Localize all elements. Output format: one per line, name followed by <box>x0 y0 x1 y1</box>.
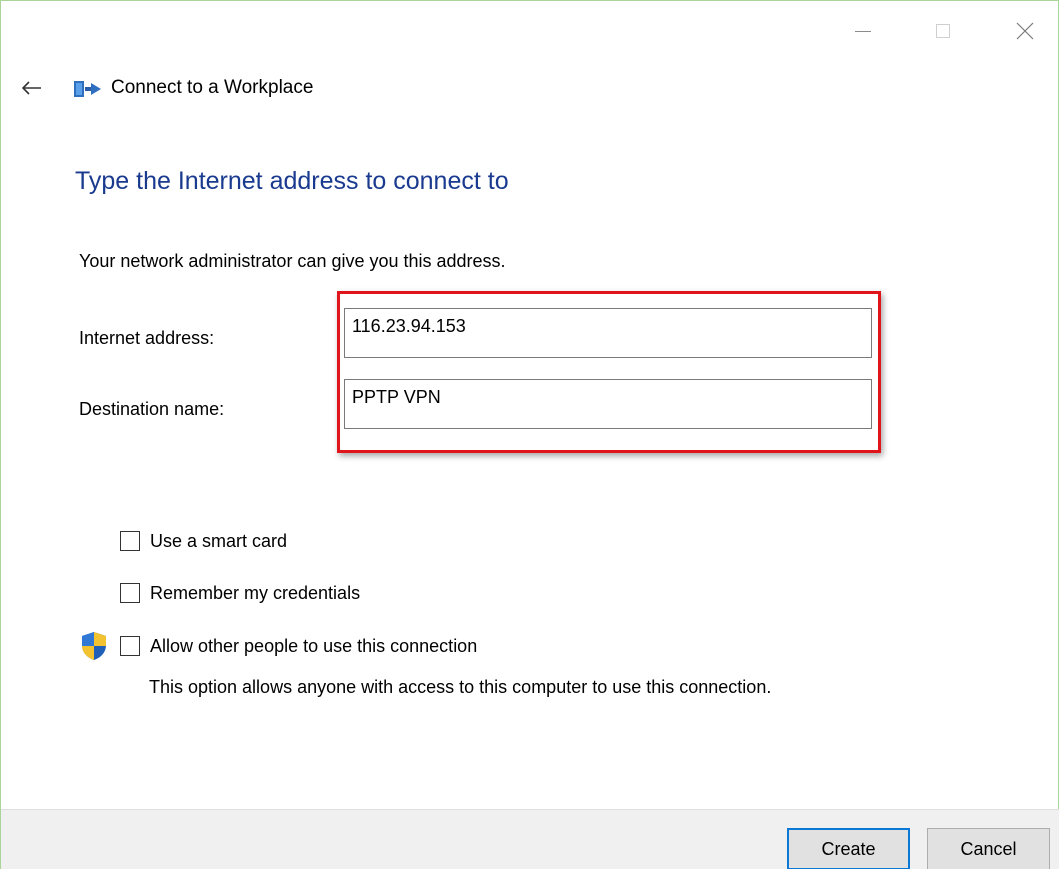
maximize-icon <box>936 24 950 38</box>
smart-card-label: Use a smart card <box>150 531 288 551</box>
allow-others-checkbox[interactable] <box>120 636 140 656</box>
network-connection-icon <box>74 81 101 97</box>
maximize-button[interactable] <box>919 1 967 61</box>
close-icon <box>1016 22 1034 40</box>
minimize-button[interactable] <box>839 1 887 61</box>
remember-credentials-checkbox[interactable] <box>120 583 140 603</box>
instruction-text: Your network administrator can give you … <box>79 251 506 271</box>
dialog-window: Connect to a Workplace Type the Internet… <box>0 0 1059 869</box>
highlight-annotation <box>337 291 881 453</box>
smart-card-checkbox[interactable] <box>120 531 140 551</box>
smart-card-option: Use a smart card <box>120 528 287 554</box>
allow-others-option: Allow other people to use this connectio… <box>120 633 477 659</box>
remember-credentials-option: Remember my credentials <box>120 580 360 606</box>
close-button[interactable] <box>1001 1 1049 61</box>
back-button[interactable] <box>17 75 47 101</box>
app-title: Connect to a Workplace <box>111 77 314 98</box>
create-button[interactable]: Create <box>787 828 910 869</box>
cancel-button[interactable]: Cancel <box>927 828 1050 869</box>
allow-others-description: This option allows anyone with access to… <box>149 677 772 697</box>
internet-address-label: Internet address: <box>79 328 215 348</box>
minimize-icon <box>855 30 871 32</box>
destination-name-label: Destination name: <box>79 399 225 419</box>
remember-credentials-label: Remember my credentials <box>150 583 361 603</box>
uac-shield-icon <box>82 632 106 660</box>
back-arrow-icon <box>22 81 41 95</box>
page-title: Type the Internet address to connect to <box>75 167 509 195</box>
allow-others-label: Allow other people to use this connectio… <box>150 636 478 656</box>
